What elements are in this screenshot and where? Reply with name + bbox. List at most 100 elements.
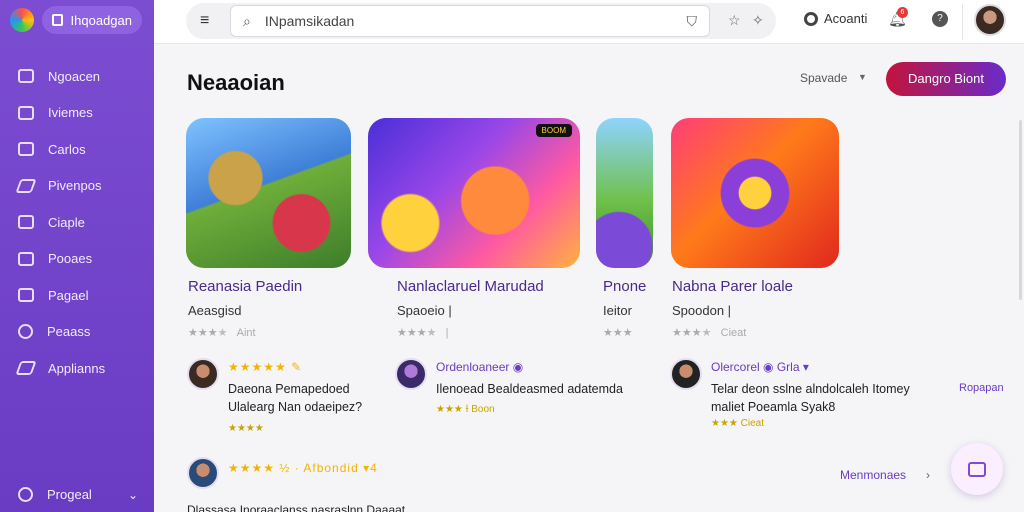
chevron-down-icon[interactable]: ⌄	[128, 488, 138, 502]
sidebar-item-iviemes[interactable]: Iviemes	[0, 95, 154, 132]
top-bar: ≡ ⌕ INpamsikadan ⛉ ☆ ✧ Acoanti 🔔︎ 6 ?	[154, 0, 1024, 44]
game-icon	[18, 105, 34, 120]
sidebar-item-ngoacen[interactable]: Ngoacen	[0, 58, 154, 95]
game-tile-4[interactable]	[671, 118, 839, 268]
review-text-line: Daeona Pemapedoed	[228, 382, 350, 396]
review-stars: ★★★★★ ✎	[228, 360, 303, 374]
review-header: ★★★★ ½ · Afbondid ▾4	[228, 461, 378, 475]
tile-badge: BOOM	[535, 124, 572, 137]
cta-button[interactable]: Dangro Biont	[886, 62, 1006, 96]
review-text-line: Ulalearg Nan odaeipez?	[228, 400, 363, 414]
review-mini-rating: ★★★ Ɨ Boon	[436, 404, 495, 415]
brand-name: Ihqoadgan	[70, 12, 132, 28]
game-tile-1[interactable]	[186, 118, 351, 268]
reviewer-avatar[interactable]	[670, 358, 702, 390]
card-rating: ★★★★ Cieat	[672, 327, 747, 339]
window-icon	[18, 215, 34, 230]
reviewer-avatar[interactable]	[395, 358, 427, 390]
sidebar-item-label: Pagael	[48, 287, 89, 303]
review-text: Daeona Pemapedoed Ulalearg Nan odaeipez?	[228, 380, 362, 416]
sidebar-footer[interactable]: Progeal ⌄	[18, 487, 138, 502]
book-icon	[18, 142, 34, 157]
card-subtitle: Aeasgisd	[188, 303, 242, 318]
chevron-right-icon[interactable]: ›	[926, 468, 930, 482]
card-title[interactable]: Nabna Parer loale	[672, 278, 793, 295]
search-icon: ⌕	[243, 12, 251, 29]
review-text-line: maliet Poeamla Syak8	[711, 400, 836, 414]
scrollbar[interactable]	[1019, 120, 1022, 300]
chat-fab-button[interactable]	[951, 443, 1003, 495]
search-input[interactable]: ⌕ INpamsikadan ⛉	[230, 5, 710, 37]
pen-icon	[15, 178, 37, 193]
bag-icon[interactable]: ⛉	[687, 13, 698, 30]
brand-pill[interactable]: Ihqoadgan	[42, 6, 142, 34]
sidebar-item-carlos[interactable]: Carlos	[0, 131, 154, 168]
app-icon	[52, 14, 63, 26]
chevron-down-icon[interactable]: ▼	[858, 72, 867, 82]
sparkle-icon[interactable]: ✧	[752, 12, 764, 29]
search-container: ≡ ⌕ INpamsikadan ⛉ ☆ ✧	[186, 3, 776, 39]
game-tile-2[interactable]: BOOM	[368, 118, 580, 268]
sidebar-item-label: Peaass	[47, 324, 91, 340]
sidebar-item-label: Ngoacen	[48, 68, 101, 84]
card-rating-text: Aint	[236, 327, 256, 339]
notification-badge: 6	[897, 7, 908, 18]
reviewer-avatar[interactable]	[187, 358, 219, 390]
notification-bell-icon[interactable]: 🔔︎ 6	[888, 7, 908, 28]
review-header: Olercorel ◉ Grla ▾	[711, 360, 809, 374]
sidebar-item-ciaple[interactable]: Ciaple	[0, 204, 154, 241]
sidebar-item-label: Pooaes	[48, 251, 93, 267]
card-rating-text: |	[445, 327, 449, 339]
card-subtitle: Spoodon |	[672, 303, 732, 318]
sidebar-item-pagael[interactable]: Pagael	[0, 277, 154, 314]
sidebar-item-pivenpos[interactable]: Pivenpos	[0, 168, 154, 205]
card-rating: ★★★	[603, 327, 633, 339]
sidebar-item-label: Iviemes	[48, 105, 93, 121]
sidebar-nav: Ngoacen Iviemes Carlos Pivenpos Ciaple P…	[0, 58, 154, 387]
chat-icon	[968, 461, 986, 477]
menu-icon[interactable]: ≡	[200, 12, 209, 30]
sidebar-item-label: Ciaple	[48, 214, 85, 230]
bottom-text: Dlassasa Inoraaclanss nasraslnn Daaaat	[187, 503, 406, 512]
review-text-line: Telar deon sslne alndolcaleh Itomey	[711, 382, 910, 396]
page-title: Neaaoian	[187, 70, 285, 95]
star-outline-icon[interactable]: ☆	[728, 12, 741, 29]
user-avatar[interactable]	[974, 4, 1006, 36]
grid-icon	[18, 69, 34, 84]
card-rating: ★★★★ |	[397, 327, 449, 339]
sidebar-item-label: Carlos	[48, 141, 86, 157]
review-link[interactable]: Ropapan	[959, 382, 1004, 394]
sidebar-item-label: Pivenpos	[48, 178, 102, 194]
help-icon[interactable]: ?	[932, 11, 948, 27]
card-rating-text: Cieat	[720, 327, 747, 339]
review-header: ★★★★★ ✎	[228, 360, 302, 374]
sidebar-item-label: Applianns	[48, 360, 106, 376]
sidebar-item-peaass[interactable]: Peaass	[0, 314, 154, 351]
reviewer-avatar[interactable]	[187, 457, 219, 489]
topbar-divider	[962, 4, 963, 40]
review-mini-rating: ★★★ Cieat	[711, 418, 765, 429]
card-title[interactable]: Nanlaclaruel Marudad	[397, 278, 544, 295]
sidebar-item-pooaes[interactable]: Pooaes	[0, 241, 154, 278]
card-title[interactable]: Reanasia Paedin	[188, 278, 302, 295]
card-rating: ★★★★ Aint	[188, 327, 256, 339]
sidebar: Ihqoadgan Ngoacen Iviemes Carlos Pivenpo…	[0, 0, 154, 512]
game-tile-3[interactable]	[596, 118, 653, 268]
circle-icon	[18, 324, 33, 340]
review-stars: ★★★★ ½ · Afbondid ▾4	[228, 461, 378, 475]
more-link[interactable]: Menmonaes	[840, 468, 906, 482]
review-mini-rating: ★★★★	[228, 423, 264, 434]
profile-icon	[18, 487, 33, 502]
sort-dropdown[interactable]: Spavade	[800, 71, 847, 85]
account-icon	[804, 11, 818, 26]
review-header: Ordenloaneer ◉	[436, 360, 524, 374]
review-text: Ilenoead Bealdeasmed adatemda	[436, 382, 623, 396]
card-title[interactable]: Pnone	[603, 278, 646, 295]
account-button[interactable]: Acoanti	[804, 11, 867, 26]
search-placeholder: INpamsikadan	[264, 13, 355, 29]
sidebar-item-applianns[interactable]: Applianns	[0, 350, 154, 387]
brand[interactable]: Ihqoadgan	[10, 6, 142, 34]
card-subtitle: Spaoeio |	[397, 303, 452, 318]
wrench-icon	[15, 361, 37, 376]
brand-logo-icon[interactable]	[10, 8, 34, 32]
